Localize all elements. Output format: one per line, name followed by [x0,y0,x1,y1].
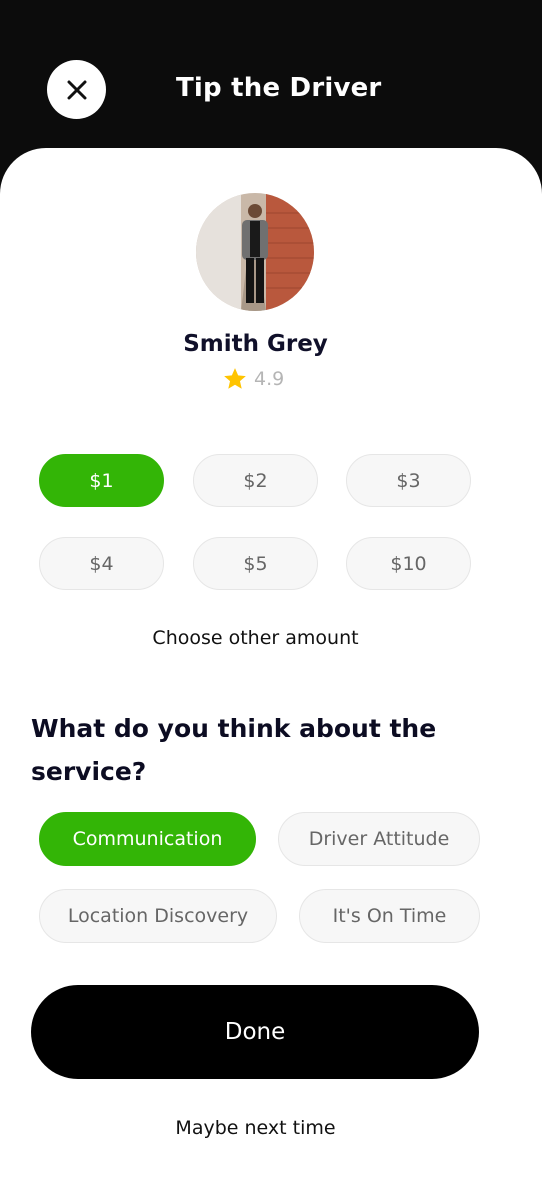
driver-avatar [196,193,314,311]
tag-on-time[interactable]: It's On Time [299,889,480,943]
tag-driver-attitude[interactable]: Driver Attitude [278,812,480,866]
driver-name: Smith Grey [183,331,328,357]
tag-location-discovery[interactable]: Location Discovery [39,889,277,943]
tip-option-4[interactable]: $4 [39,537,164,590]
driver-rating: 4.9 [222,366,284,392]
choose-other-amount-link[interactable]: Choose other amount [0,627,511,649]
page-title: Tip the Driver [176,73,382,103]
header-bar: Tip the Driver [0,0,542,160]
tip-option-2[interactable]: $2 [193,454,318,507]
star-icon [224,368,246,389]
tip-option-3[interactable]: $3 [346,454,471,507]
close-icon [67,80,86,99]
tip-option-1[interactable]: $1 [39,454,164,507]
maybe-next-time-link[interactable]: Maybe next time [0,1117,511,1139]
tip-option-5[interactable]: $5 [193,537,318,590]
tip-option-10[interactable]: $10 [346,537,471,590]
rating-value: 4.9 [254,368,285,390]
close-button[interactable] [47,60,106,119]
feedback-question: What do you think about the service? [31,714,437,786]
tag-communication[interactable]: Communication [39,812,256,866]
done-button[interactable]: Done [31,985,479,1079]
